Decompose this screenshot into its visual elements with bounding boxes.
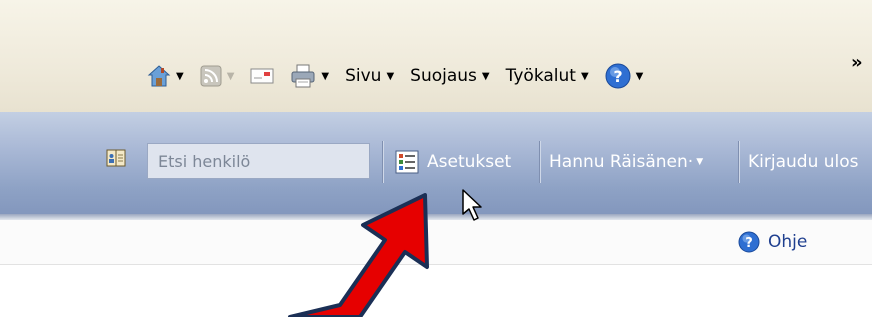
chevron-down-icon: ▼ — [696, 157, 704, 167]
help-link[interactable]: ? Ohje — [738, 229, 807, 255]
help-icon: ? — [738, 231, 760, 253]
print-dropdown-caret[interactable]: ▼ — [321, 71, 329, 82]
feeds-button[interactable]: ▼ — [196, 62, 239, 90]
svg-text:?: ? — [613, 67, 622, 86]
chevron-down-icon: ▼ — [386, 70, 395, 82]
page-menu-button[interactable]: Sivu ▼ — [341, 62, 398, 90]
chevron-down-icon: ▼ — [580, 70, 589, 82]
page-menu-label: Sivu — [345, 66, 382, 86]
svg-text:?: ? — [745, 236, 753, 251]
print-icon — [291, 64, 315, 88]
safety-menu-label: Suojaus — [410, 66, 477, 86]
divider — [539, 141, 541, 183]
feeds-icon — [200, 65, 222, 87]
sign-out-link[interactable]: Kirjaudu ulos — [748, 145, 859, 179]
sign-out-label: Kirjaudu ulos — [748, 152, 859, 172]
read-mail-icon — [250, 68, 274, 84]
tools-menu-button[interactable]: Työkalut ▼ — [502, 62, 593, 90]
tools-menu-label: Työkalut — [505, 66, 576, 86]
help-label: Ohje — [768, 232, 808, 252]
divider — [738, 141, 740, 183]
help-menu-button[interactable]: ? ▼ — [601, 62, 648, 90]
toolbar-overflow-button[interactable]: » — [851, 52, 863, 73]
read-mail-button[interactable] — [246, 62, 278, 90]
safety-menu-button[interactable]: Suojaus ▼ — [406, 62, 493, 90]
feeds-dropdown-caret[interactable]: ▼ — [227, 71, 235, 82]
settings-list-icon — [395, 150, 419, 174]
chevron-down-icon: ▼ — [481, 70, 490, 82]
help-icon: ? — [605, 63, 631, 89]
divider — [382, 141, 384, 183]
user-name-label: Hannu Räisänen· — [549, 152, 694, 172]
people-search-input[interactable] — [147, 143, 370, 179]
home-icon — [147, 65, 171, 87]
command-bar-items: ▼ ▼ ▼ Sivu ▼ Suojaus ▼ Työkalut ▼ ? ▼ — [143, 62, 647, 90]
browser-command-bar: ▼ ▼ ▼ Sivu ▼ Suojaus ▼ Työkalut ▼ ? ▼ » — [0, 0, 872, 112]
home-dropdown-caret[interactable]: ▼ — [176, 71, 184, 82]
user-menu[interactable]: Hannu Räisänen· ▼ — [549, 145, 703, 179]
print-button[interactable]: ▼ — [286, 62, 333, 90]
settings-link[interactable]: Asetukset — [395, 145, 511, 179]
home-button[interactable]: ▼ — [143, 62, 188, 90]
settings-label: Asetukset — [427, 152, 512, 172]
address-book-icon — [106, 149, 126, 167]
chevron-down-icon: ▼ — [635, 70, 644, 82]
